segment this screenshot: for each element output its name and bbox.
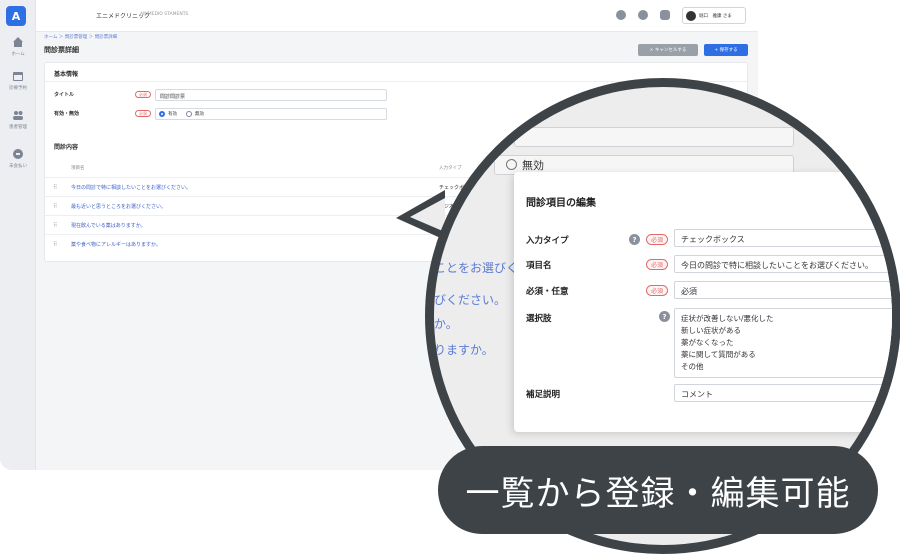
required-option-label: 必須・任意 — [526, 287, 569, 297]
choices-label: 選択肢 — [526, 314, 552, 324]
page-title: 問診票詳細 — [44, 46, 79, 54]
user-menu[interactable]: 堀口 雅康 さま — [682, 7, 746, 24]
drag-handle-icon[interactable]: ⠿ — [53, 203, 57, 210]
top-bar: エニメドクリニック ANIMEDIO STAMENTS 堀口 雅康 さま — [36, 0, 758, 32]
save-button[interactable]: + 保存する — [704, 44, 748, 56]
title-input[interactable]: 問診問診票 — [155, 89, 387, 101]
bg-radio — [506, 159, 517, 170]
enabled-off-radio[interactable] — [186, 111, 192, 117]
payment-icon — [13, 149, 23, 159]
input-type-select[interactable]: チェックボックス — [674, 229, 892, 247]
sidebar-item-label: 診療予約 — [9, 86, 27, 91]
item-name-label: 項目名 — [526, 261, 552, 271]
required-badge: 必須 — [646, 234, 668, 245]
calendar-icon — [13, 72, 23, 81]
required-badge: 必須 — [646, 285, 668, 296]
drag-handle-icon[interactable]: ⠿ — [53, 184, 57, 191]
users-icon — [13, 111, 23, 120]
help-icon[interactable]: ? — [659, 311, 670, 322]
bg-row-text: びください。 — [434, 293, 507, 307]
avatar — [686, 11, 696, 21]
choice-item: 薬に関して質問がある — [681, 350, 756, 359]
sidebar-item-label: 患者管理 — [9, 125, 27, 130]
choice-item: 薬がなくなった — [681, 338, 734, 347]
enabled-on-label: 有効 — [168, 112, 177, 117]
note-input[interactable]: コメント — [674, 384, 892, 402]
sidebar-item-reservation[interactable]: 診療予約 — [0, 70, 36, 91]
edit-item-modal: 問診項目の編集 入力タイプ ? 必須 チェックボックス 項目名 必須 今日の問診… — [514, 172, 892, 432]
enabled-on-radio[interactable] — [159, 111, 165, 117]
choice-item: 新しい症状がある — [681, 326, 741, 335]
gear-icon[interactable] — [616, 10, 626, 20]
input-type-label: 入力タイプ — [526, 236, 569, 246]
sidebar: A ホーム 診療予約 患者管理 未会払い — [0, 0, 36, 470]
choice-item: その他 — [681, 362, 704, 371]
required-badge: 必須 — [135, 110, 151, 117]
app-logo[interactable]: A — [6, 6, 26, 26]
sidebar-item-payment[interactable]: 未会払い — [0, 148, 36, 169]
required-badge: 必須 — [135, 91, 151, 98]
clinic-subtitle: ANIMEDIO STAMENTS — [140, 12, 189, 17]
drag-handle-icon[interactable]: ⠿ — [53, 222, 57, 229]
col-item-name: 項目名 — [71, 166, 85, 171]
bell-icon[interactable] — [660, 10, 670, 20]
caption-banner: 一覧から登録・編集可能 — [438, 446, 878, 534]
bg-row-text: か。 — [434, 317, 458, 331]
help-icon[interactable] — [638, 10, 648, 20]
required-badge: 必須 — [646, 259, 668, 270]
question-text[interactable]: 最も近いと思うところをお選びください。 — [71, 203, 166, 210]
sidebar-item-label: ホーム — [11, 52, 25, 57]
bg-input — [514, 127, 794, 147]
basic-info-title: 基本情報 — [54, 71, 79, 78]
question-text[interactable]: 薬や食べ物にアレルギーはありますか。 — [71, 241, 161, 248]
user-name: 堀口 雅康 さま — [699, 14, 732, 19]
help-icon[interactable]: ? — [629, 234, 640, 245]
home-icon — [13, 37, 23, 47]
bg-off-label: 無効 — [522, 159, 544, 172]
question-text[interactable]: 今日の問診で特に相談したいことをお選びください。 — [71, 184, 191, 191]
choice-item: 症状が改善しない/悪化した — [681, 314, 774, 323]
required-select[interactable]: 必須 — [674, 281, 892, 299]
questions-title: 問診内容 — [54, 144, 79, 151]
cancel-button[interactable]: × キャンセルする — [638, 44, 698, 56]
note-label: 補足説明 — [526, 390, 561, 400]
question-text[interactable]: 現在飲んでいる薬はありますか。 — [71, 222, 146, 229]
sidebar-item-home[interactable]: ホーム — [0, 36, 36, 57]
sidebar-item-patients[interactable]: 患者管理 — [0, 109, 36, 130]
sidebar-item-label: 未会払い — [9, 164, 27, 169]
breadcrumb[interactable]: ホーム ＞ 問診票管理 ＞ 問診票詳細 — [44, 34, 117, 40]
bg-row-text: りますか。 — [434, 343, 494, 357]
modal-title: 問診項目の編集 — [526, 198, 596, 209]
enabled-off-label: 無効 — [195, 112, 204, 117]
choices-textarea[interactable]: 症状が改善しない/悪化した 新しい症状がある 薬がなくなった 薬に関して質問があ… — [674, 308, 892, 378]
enabled-label: 有効・無効 — [54, 111, 80, 117]
title-label: タイトル — [54, 92, 75, 98]
item-name-input[interactable]: 今日の問診で特に相談したいことをお選びください。 — [674, 255, 892, 273]
drag-handle-icon[interactable]: ⠿ — [53, 241, 57, 248]
